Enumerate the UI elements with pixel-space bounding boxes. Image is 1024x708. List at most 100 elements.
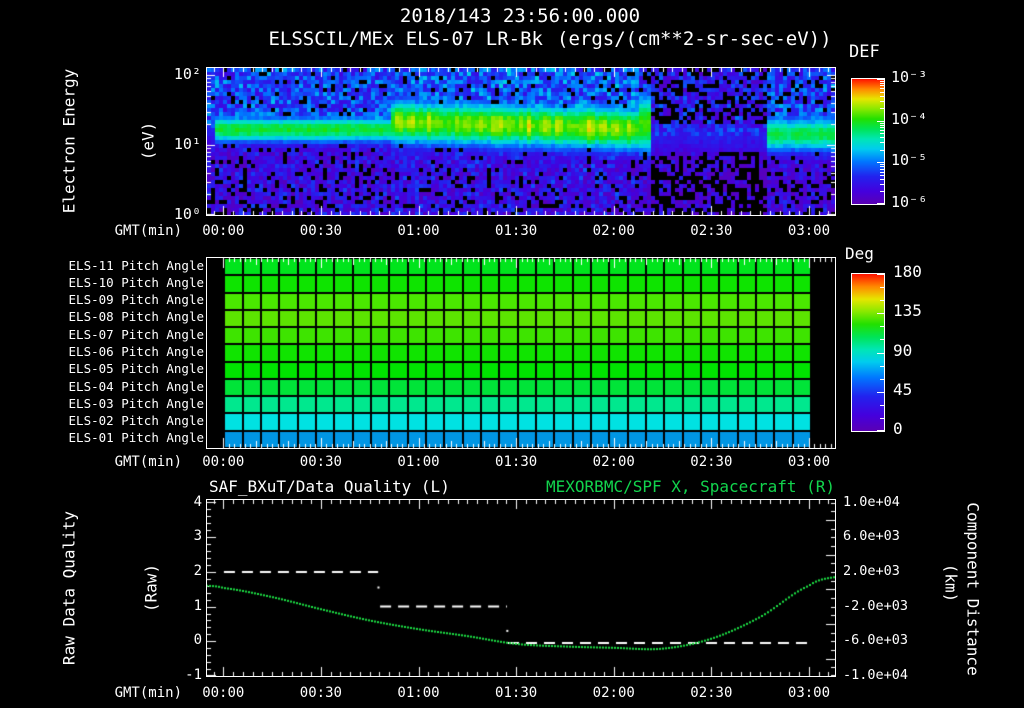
pitch-angle-canvas bbox=[206, 257, 836, 449]
quality-ytick-label: 2 bbox=[193, 562, 202, 579]
colorbar-tick bbox=[880, 142, 884, 144]
colorbar-tick bbox=[880, 133, 884, 135]
colorbar-tick bbox=[877, 203, 884, 204]
quality-title: SAF_BXuT/Data Quality (L) bbox=[209, 477, 450, 496]
pitch-row-label: ELS-01 Pitch Angle bbox=[68, 430, 204, 446]
colorbar-tick bbox=[880, 85, 884, 87]
colorbar-tick bbox=[880, 404, 884, 406]
gmt-tick-label: 02:30 bbox=[690, 223, 733, 239]
gmt-tick-label: 02:00 bbox=[592, 223, 635, 239]
gmt-tick-label: 02:00 bbox=[592, 454, 635, 470]
def-colorbar-tick-label: 10⁻³ bbox=[891, 68, 928, 86]
colorbar-tick bbox=[880, 417, 884, 419]
distance-y-axis-title: Component Distance bbox=[963, 502, 983, 676]
els-summary-plot-page: 2018/143 23:56:00.000 ELSSCIL/MEx ELS-07… bbox=[0, 0, 1024, 708]
distance-ytick-label: -2.0e+03 bbox=[843, 597, 909, 614]
colorbar-tick bbox=[880, 122, 884, 124]
quality-ytick-label: 3 bbox=[193, 528, 202, 545]
gmt-tick-label: 01:00 bbox=[397, 454, 440, 470]
gmt-axis-label: GMT(min) bbox=[114, 454, 182, 470]
distance-ytick-label: -1.0e+04 bbox=[843, 667, 909, 683]
colorbar-tick bbox=[880, 129, 884, 131]
colorbar-tick bbox=[877, 274, 884, 275]
colorbar-tick bbox=[880, 174, 884, 176]
colorbar-tick bbox=[880, 378, 884, 380]
distance-ytick-label: 6.0e+03 bbox=[843, 528, 900, 545]
spec-ytick-label: 10⁰ bbox=[173, 205, 201, 223]
colorbar-tick bbox=[880, 95, 884, 97]
colorbar-tick bbox=[880, 91, 884, 93]
colorbar-tick bbox=[880, 171, 884, 173]
spec-ytick-label: 10² bbox=[173, 65, 201, 83]
gmt-axis-label: GMT(min) bbox=[114, 223, 182, 239]
colorbar-tick bbox=[880, 365, 884, 367]
gmt-tick-label: 01:00 bbox=[397, 685, 440, 701]
deg-colorbar-tick-label: 45 bbox=[893, 379, 913, 399]
def-colorbar-title: DEF bbox=[849, 42, 880, 62]
page-title-instrument: ELSSCIL/MEx ELS-07 LR-Bk (ergs/(cm**2-sr-… bbox=[268, 28, 831, 50]
gmt-tick-label: 00:30 bbox=[299, 685, 342, 701]
colorbar-tick bbox=[877, 79, 884, 80]
pitch-row-label: ELS-02 Pitch Angle bbox=[68, 413, 204, 429]
colorbar-tick bbox=[877, 162, 884, 164]
gmt-tick-label: 01:30 bbox=[495, 685, 538, 701]
deg-colorbar-tick-label: 0 bbox=[893, 419, 903, 438]
distance-y-axis-units: (km) bbox=[941, 563, 961, 603]
gmt-tick-label: 01:30 bbox=[495, 223, 538, 239]
gmt-tick-label: 01:30 bbox=[495, 454, 538, 470]
colorbar-tick bbox=[877, 120, 884, 122]
colorbar-tick bbox=[880, 137, 884, 139]
gmt-tick-label: 01:00 bbox=[397, 223, 440, 239]
gmt-axis-label: GMT(min) bbox=[114, 685, 182, 701]
quality-ytick-label: 4 bbox=[193, 493, 202, 510]
deg-colorbar-tick-label: 135 bbox=[893, 301, 922, 321]
def-colorbar bbox=[851, 78, 885, 205]
deg-colorbar-title: Deg bbox=[845, 244, 874, 263]
gmt-tick-label: 02:30 bbox=[690, 454, 733, 470]
def-colorbar-tick-label: 10⁻⁴ bbox=[891, 109, 928, 128]
deg-colorbar-tick-label: 90 bbox=[893, 340, 913, 360]
pitch-row-label: ELS-04 Pitch Angle bbox=[68, 378, 204, 394]
pitch-row-label: ELS-03 Pitch Angle bbox=[68, 395, 204, 411]
pitch-row-label: ELS-07 Pitch Angle bbox=[68, 326, 204, 342]
gmt-tick-label: 00:00 bbox=[202, 685, 245, 701]
def-colorbar-tick-label: 10⁻⁵ bbox=[891, 151, 928, 170]
quality-distance-canvas bbox=[206, 499, 836, 677]
colorbar-tick bbox=[880, 300, 884, 302]
colorbar-tick bbox=[880, 124, 884, 126]
electron-spectrogram-canvas bbox=[206, 67, 836, 216]
colorbar-tick bbox=[880, 168, 884, 170]
colorbar-tick bbox=[880, 326, 884, 328]
gmt-tick-label: 03:00 bbox=[787, 454, 831, 470]
instrument-units: (ergs/(cm**2-sr-sec-eV)) bbox=[557, 28, 832, 50]
def-colorbar-tick-label: 10⁻⁶ bbox=[891, 193, 928, 211]
distance-ytick-label: -6.0e+03 bbox=[843, 632, 909, 649]
quality-y-axis-units: (Raw) bbox=[141, 563, 161, 613]
pitch-row-label: ELS-09 Pitch Angle bbox=[68, 292, 204, 308]
quality-ytick-label: -1 bbox=[185, 667, 202, 683]
gmt-tick-label: 02:00 bbox=[592, 685, 635, 701]
pitch-row-label: ELS-05 Pitch Angle bbox=[68, 361, 204, 377]
colorbar-tick bbox=[880, 127, 884, 129]
gmt-tick-label: 02:30 bbox=[690, 685, 733, 701]
pitch-row-label: ELS-06 Pitch Angle bbox=[68, 344, 204, 359]
colorbar-tick bbox=[880, 83, 884, 85]
pitch-row-label: ELS-08 Pitch Angle bbox=[68, 309, 204, 325]
colorbar-tick bbox=[880, 191, 884, 193]
distance-ytick-label: 1.0e+04 bbox=[843, 493, 900, 510]
colorbar-tick bbox=[877, 430, 884, 431]
gmt-tick-label: 00:00 bbox=[202, 223, 245, 239]
colorbar-tick bbox=[880, 88, 884, 90]
colorbar-tick bbox=[877, 352, 884, 354]
gmt-tick-label: 00:00 bbox=[202, 454, 245, 470]
colorbar-tick bbox=[880, 184, 884, 186]
quality-y-axis-title: Raw Data Quality bbox=[59, 510, 79, 666]
colorbar-tick bbox=[880, 164, 884, 166]
quality-ytick-label: 0 bbox=[193, 632, 202, 649]
gmt-tick-label: 00:30 bbox=[299, 223, 342, 239]
spec-y-axis-title: Electron Energy bbox=[59, 68, 79, 214]
gmt-tick-label: 03:00 bbox=[787, 685, 831, 701]
colorbar-tick bbox=[880, 100, 884, 102]
gmt-tick-label: 00:30 bbox=[299, 454, 342, 470]
colorbar-tick bbox=[880, 339, 884, 341]
